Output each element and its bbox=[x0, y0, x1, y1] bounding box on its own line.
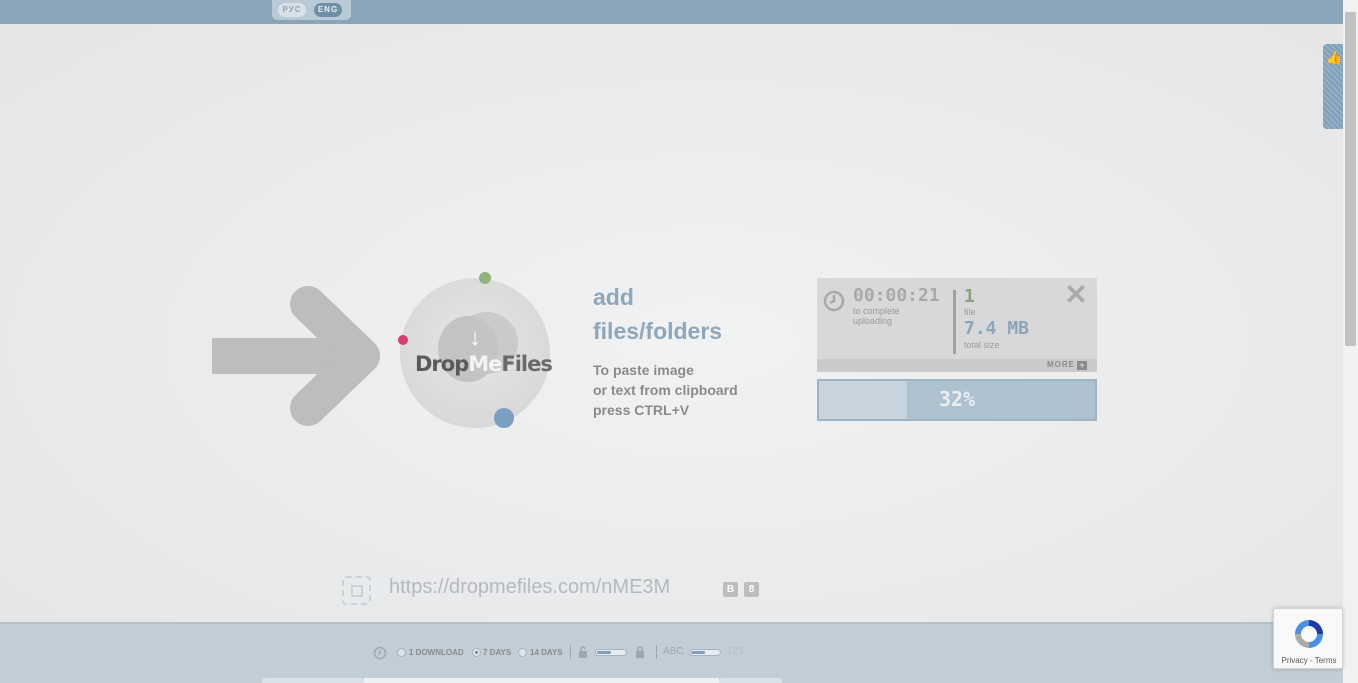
paste-hint-line: or text from clipboard bbox=[593, 382, 738, 398]
unlock-icon bbox=[579, 646, 587, 658]
total-size: 7.4 MB bbox=[964, 318, 1030, 339]
upload-timer: 00:00:21 bbox=[853, 285, 940, 306]
recaptcha-links[interactable]: Privacy - Terms bbox=[1274, 656, 1344, 665]
files-folders-label: files/folders bbox=[593, 318, 723, 344]
logo-me-text: Me bbox=[468, 352, 502, 376]
plus-icon[interactable]: + bbox=[1077, 361, 1087, 370]
clock-icon bbox=[373, 646, 387, 660]
option-1-download-label: 1 DOWNLOAD bbox=[409, 648, 464, 657]
lang-ru-button[interactable]: РУС bbox=[278, 3, 306, 17]
lang-en-button[interactable]: ENG bbox=[314, 3, 342, 17]
add-label: add bbox=[593, 284, 634, 310]
separator bbox=[656, 645, 657, 659]
language-switcher: РУС ENG bbox=[272, 0, 351, 20]
top-bar: РУС ENG bbox=[0, 0, 1343, 24]
link-type-slider[interactable] bbox=[689, 649, 721, 656]
lock-icon bbox=[636, 646, 644, 658]
progress-fill bbox=[819, 381, 908, 419]
bottom-input[interactable] bbox=[364, 678, 719, 683]
paste-hint-line: To paste image bbox=[593, 362, 694, 378]
copy-icon-inner bbox=[351, 585, 363, 597]
numeric-label: 123 bbox=[727, 646, 744, 657]
upload-status-panel: 00:00:21 to complete uploading 1 file 7.… bbox=[817, 278, 1097, 372]
drop-zone[interactable]: ↓ DropMeFiles bbox=[400, 278, 553, 428]
recaptcha-icon bbox=[1295, 620, 1323, 648]
copy-link-icon[interactable] bbox=[342, 576, 371, 605]
options-bar: 1 DOWNLOAD 7 DAYS 14 DAYS ABC 123 bbox=[0, 622, 1343, 683]
abc-label: ABC bbox=[663, 646, 684, 657]
separator bbox=[570, 645, 571, 659]
file-count: 1 bbox=[964, 286, 975, 307]
more-bar: MORE + bbox=[817, 359, 1097, 372]
vk-share-icon[interactable]: B bbox=[723, 582, 738, 597]
option-14-days-label: 14 DAYS bbox=[530, 648, 563, 657]
scrollbar-thumb[interactable] bbox=[1345, 12, 1356, 346]
slider-fill bbox=[691, 651, 705, 654]
cancel-upload-button[interactable]: ✕ bbox=[1063, 281, 1089, 309]
radio-14-days[interactable] bbox=[518, 648, 527, 657]
dropmefiles-logo: DropMeFiles bbox=[415, 352, 553, 376]
scrollbar[interactable] bbox=[1343, 0, 1358, 683]
timer-label: to complete uploading bbox=[853, 306, 900, 326]
orbit-dot-blue bbox=[494, 408, 514, 428]
orbit-dot-pink bbox=[398, 335, 408, 345]
radio-1-download[interactable] bbox=[397, 648, 406, 657]
bottom-tab[interactable] bbox=[262, 678, 364, 683]
slider-fill bbox=[597, 651, 611, 654]
paste-hint-line: press CTRL+V bbox=[593, 402, 690, 418]
radio-7-days[interactable] bbox=[472, 648, 481, 657]
like-side-tab[interactable]: 👍 bbox=[1323, 44, 1343, 129]
file-count-label: file bbox=[964, 307, 976, 317]
clock-icon bbox=[823, 290, 845, 312]
total-size-label: total size bbox=[964, 340, 1000, 350]
bottom-tab[interactable] bbox=[719, 678, 782, 683]
thumbs-up-icon: 👍 bbox=[1326, 50, 1343, 65]
paste-hint: To paste image or text from clipboard pr… bbox=[593, 360, 738, 420]
orbit-dot-green bbox=[479, 272, 491, 284]
add-files-link[interactable]: add files/folders bbox=[593, 280, 722, 348]
option-7-days-label: 7 DAYS bbox=[483, 648, 512, 657]
divider bbox=[953, 290, 956, 354]
recaptcha-badge[interactable]: Privacy - Terms bbox=[1273, 608, 1343, 669]
download-arrow-icon: ↓ bbox=[469, 324, 481, 351]
share-url[interactable]: https://dropmefiles.com/nME3M bbox=[389, 576, 670, 599]
ok-share-icon[interactable]: 8 bbox=[744, 582, 759, 597]
logo-files-text: Files bbox=[501, 352, 552, 376]
upload-progress-bar: 32% bbox=[817, 379, 1097, 421]
more-button[interactable]: MORE bbox=[1047, 360, 1075, 369]
logo-drop-text: Drop bbox=[415, 352, 469, 376]
progress-percent: 32% bbox=[939, 387, 976, 411]
arrow-right-icon bbox=[212, 286, 380, 426]
password-toggle-slider[interactable] bbox=[595, 649, 627, 656]
bottom-tabs bbox=[262, 678, 782, 683]
